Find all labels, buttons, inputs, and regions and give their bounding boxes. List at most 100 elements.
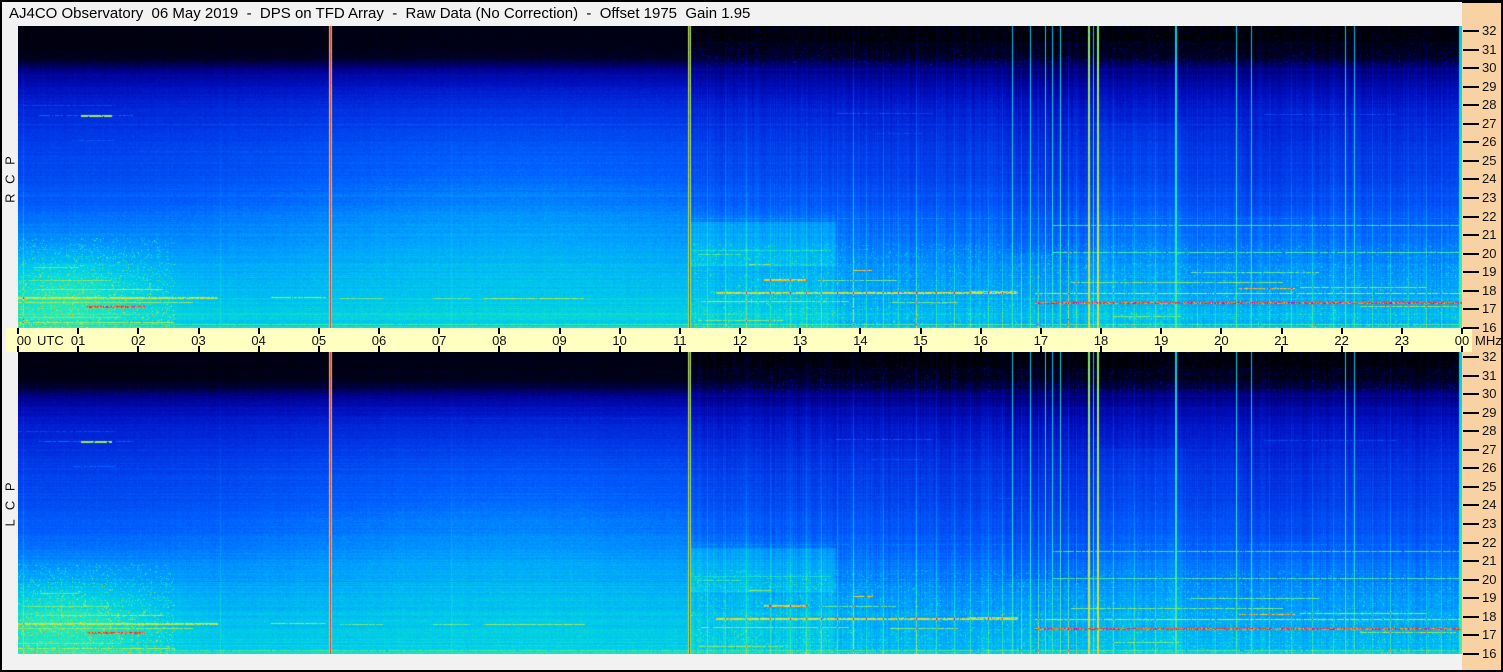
time-hour-label: 14 [853, 333, 868, 348]
time-hour-label: 12 [732, 333, 748, 348]
freq-tick-label: 24 [1482, 171, 1497, 187]
time-hour-label: 04 [251, 333, 266, 348]
time-hour-label: 15 [913, 333, 928, 348]
freq-tick [1463, 104, 1479, 107]
freq-tick [1463, 326, 1479, 329]
freq-tick-label: 32 [1482, 349, 1497, 364]
freq-tick-label: 25 [1482, 478, 1497, 494]
time-hour-label: 16 [973, 333, 988, 348]
rcp-spectrogram [18, 26, 1462, 328]
spectrograph-window: AJ4CO Observatory 06 May 2019 - DPS on T… [0, 0, 1503, 672]
freq-tick [1463, 215, 1479, 218]
time-hour-label: 02 [131, 333, 146, 348]
freq-tick [1463, 634, 1479, 637]
time-axis-strip: 00 01 02 03 04 05 06 07 08 09 10 11 12 13 14 15 16 17 18 19… [6, 328, 1472, 352]
freq-tick-label: 18 [1482, 608, 1497, 624]
utc-unit-label: UTC [37, 333, 64, 348]
freq-tick-label: 28 [1482, 97, 1497, 113]
freq-tick [1463, 652, 1479, 655]
time-hour-label: 05 [311, 333, 327, 348]
lcp-polarization-label: L C P [2, 479, 18, 527]
freq-tick [1463, 141, 1479, 144]
time-hour-label: 19 [1153, 333, 1169, 348]
mhz-unit-label: MHz [1475, 333, 1502, 348]
freq-tick-label: 30 [1482, 386, 1497, 402]
freq-tick-label: 18 [1482, 282, 1497, 298]
time-hour-label: 21 [1274, 333, 1289, 348]
freq-tick [1463, 560, 1479, 563]
freq-tick [1463, 271, 1479, 274]
freq-tick-label: 29 [1482, 404, 1497, 420]
time-hour-label: 07 [431, 333, 447, 348]
freq-tick [1463, 374, 1479, 377]
freq-tick-label: 25 [1482, 152, 1497, 168]
freq-tick [1463, 597, 1479, 600]
time-hour-label: 09 [552, 333, 567, 348]
freq-tick [1463, 411, 1479, 414]
time-hour-label: 01 [70, 333, 86, 348]
freq-tick [1463, 308, 1479, 311]
freq-tick [1463, 467, 1479, 470]
freq-tick-label: 21 [1482, 553, 1497, 569]
time-hour-label: 00 [1454, 333, 1470, 348]
freq-tick-label: 22 [1482, 534, 1497, 550]
freq-tick-label: 32 [1482, 23, 1497, 38]
freq-tick-label: 17 [1482, 301, 1497, 317]
freq-tick [1463, 448, 1479, 451]
time-hour-label: 20 [1214, 333, 1229, 348]
freq-tick-label: 21 [1482, 227, 1497, 243]
freq-tick [1463, 523, 1479, 526]
freq-tick [1463, 541, 1479, 544]
freq-tick-label: 19 [1482, 264, 1497, 280]
freq-tick-label: 27 [1482, 441, 1497, 457]
freq-tick-label: 26 [1482, 134, 1497, 150]
freq-tick-label: 16 [1482, 645, 1497, 661]
freq-tick [1463, 356, 1479, 358]
freq-tick-label: 27 [1482, 115, 1497, 131]
freq-tick-label: 20 [1482, 571, 1497, 587]
freq-tick-label: 24 [1482, 497, 1497, 513]
freq-tick [1463, 197, 1479, 200]
freq-tick-label: 31 [1482, 41, 1497, 57]
freq-tick-label: 26 [1482, 460, 1497, 476]
freq-tick-label: 29 [1482, 78, 1497, 94]
freq-tick [1463, 67, 1479, 70]
time-hour-label: 18 [1093, 333, 1109, 348]
freq-tick-label: 23 [1482, 190, 1497, 206]
lcp-spectrogram [18, 352, 1462, 654]
freq-tick [1463, 393, 1479, 396]
freq-tick [1463, 48, 1479, 51]
window-title: AJ4CO Observatory 06 May 2019 - DPS on T… [2, 2, 1462, 26]
freq-tick [1463, 430, 1479, 433]
freq-tick-label: 20 [1482, 245, 1497, 261]
freq-tick [1463, 122, 1479, 125]
freq-tick-label: 22 [1482, 208, 1497, 224]
time-hour-label: 10 [612, 333, 627, 348]
freq-tick [1463, 252, 1479, 255]
freq-tick-label: 17 [1482, 627, 1497, 643]
time-hour-label: 22 [1334, 333, 1349, 348]
time-hour-label: 03 [191, 333, 206, 348]
freq-tick-label: 23 [1482, 516, 1497, 532]
freq-tick-label: 19 [1482, 590, 1497, 606]
time-hour-label: 17 [1033, 333, 1049, 348]
time-hour-label: 00 [16, 333, 32, 348]
freq-tick [1463, 30, 1479, 32]
freq-tick [1463, 178, 1479, 181]
time-hour-label: 11 [673, 333, 687, 348]
time-hour-label: 06 [371, 333, 387, 348]
freq-tick-label: 31 [1482, 367, 1497, 383]
freq-tick [1463, 159, 1479, 162]
rcp-polarization-label: R C P [2, 153, 18, 203]
freq-tick [1463, 578, 1479, 581]
freq-tick [1463, 485, 1479, 488]
freq-tick [1463, 504, 1479, 507]
freq-tick [1463, 85, 1479, 88]
freq-tick-label: 30 [1482, 60, 1497, 76]
freq-tick-label: 28 [1482, 423, 1497, 439]
freq-tick [1463, 615, 1479, 618]
time-hour-label: 23 [1394, 333, 1410, 348]
time-hour-label: 08 [492, 333, 507, 348]
time-hour-label: 13 [792, 333, 808, 348]
bottom-gutter [2, 654, 1462, 670]
